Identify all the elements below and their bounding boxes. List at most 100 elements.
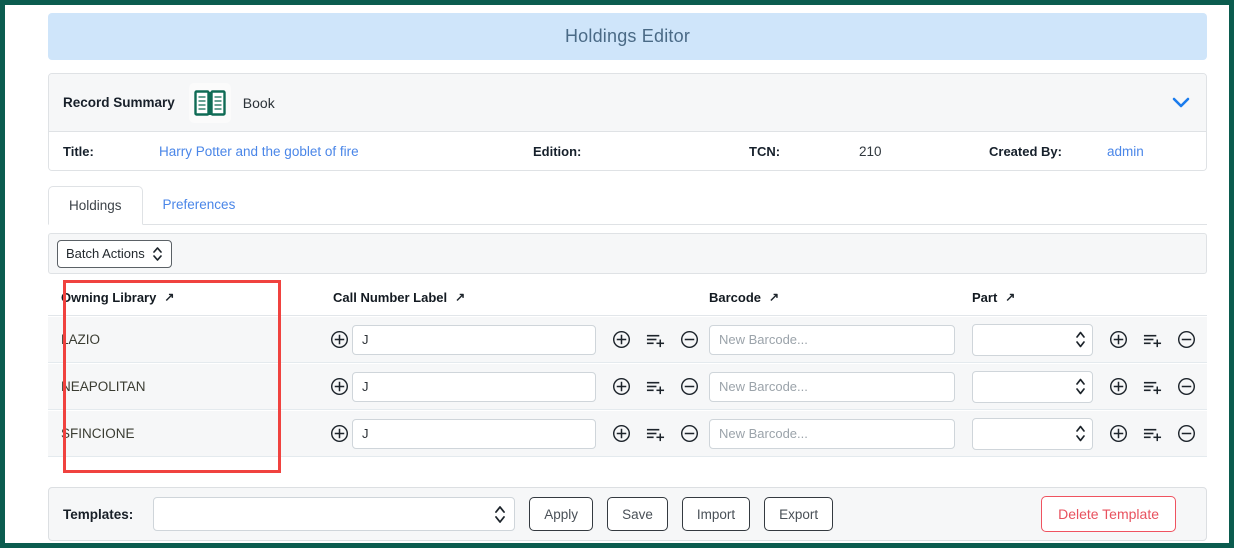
field-title-key: Title: [63,143,94,159]
part-select[interactable] [972,417,1093,450]
barcode-cell [706,317,969,362]
sort-arrow-icon: ↗ [769,289,780,304]
chevron-down-icon[interactable] [1172,97,1190,109]
circle-plus-icon[interactable] [326,421,352,447]
part-actions [1105,327,1199,353]
circle-minus-icon[interactable] [1173,327,1199,353]
application-window: Holdings Editor Record Summary Book Titl… [0,0,1234,548]
sort-arrow-icon: ↗ [164,289,175,304]
column-header-call-number-label-text: Call Number Label [333,290,448,305]
record-summary-header: Record Summary Book [49,74,1206,132]
sort-arrow-icon: ↗ [455,289,466,304]
field-tcn-key: TCN: [749,143,781,159]
circle-plus-icon[interactable] [608,327,634,353]
holdings-editor-page: Holdings Editor Record Summary Book Titl… [43,8,1223,546]
barcode-input[interactable] [709,371,955,402]
apply-button[interactable]: Apply [529,497,594,531]
templates-label: Templates: [63,506,134,522]
circle-minus-icon[interactable] [676,421,702,447]
part-actions [1105,421,1199,447]
field-tcn: TCN: 210 [749,144,989,159]
part-select[interactable] [972,370,1093,403]
barcode-cell [706,411,969,456]
template-select[interactable] [153,497,516,531]
editor-tabs: Holdings Preferences [48,186,1207,225]
part-cell [969,364,1199,409]
stepper-icon [152,246,163,262]
field-title: Title: Harry Potter and the goblet of fi… [63,144,533,159]
call-number-actions [608,421,702,447]
column-header-barcode[interactable]: Barcode ↗ [706,289,969,306]
tab-holdings-label: Holdings [69,198,122,213]
field-created-by: Created By: admin [989,144,1189,159]
barcode-cell [706,364,969,409]
field-title-value[interactable]: Harry Potter and the goblet of fire [159,144,359,159]
part-actions [1105,374,1199,400]
part-select[interactable] [972,323,1093,356]
tab-preferences[interactable]: Preferences [143,185,256,224]
circle-plus-icon[interactable] [608,421,634,447]
call-number-input[interactable] [352,371,596,402]
barcode-input[interactable] [709,324,955,355]
owning-library-name: LAZIO [61,332,101,347]
table-row: SFINCIONE [48,410,1207,457]
page-title: Holdings Editor [48,13,1207,60]
circle-plus-icon[interactable] [326,327,352,353]
templates-bar: Templates: Apply Save Import Export Dele… [48,487,1207,541]
owning-library-name: NEAPOLITAN [61,379,146,394]
circle-plus-icon[interactable] [326,374,352,400]
column-header-part-label: Part [972,290,998,305]
barcode-input[interactable] [709,418,955,449]
stepper-icon [1075,424,1086,443]
call-number-input[interactable] [352,418,596,449]
circle-minus-icon[interactable] [676,327,702,353]
book-icon [188,82,231,123]
column-header-part[interactable]: Part ↗ [969,289,1199,306]
record-summary-label: Record Summary [63,95,175,110]
circle-minus-icon[interactable] [1173,421,1199,447]
call-number-cell [316,411,706,456]
table-row: NEAPOLITAN [48,363,1207,410]
templates-bar-inner: Templates: Apply Save Import Export Dele… [63,496,1192,532]
batch-actions-label: Batch Actions [66,246,145,261]
list-add-icon[interactable] [642,327,668,353]
list-add-icon[interactable] [1139,327,1165,353]
call-number-actions [608,374,702,400]
batch-actions-select[interactable]: Batch Actions [57,239,172,268]
export-button[interactable]: Export [764,497,834,531]
page-title-text: Holdings Editor [564,26,691,46]
grid-header-row: Owning Library ↗ Call Number Label ↗ Bar… [48,280,1207,316]
batch-actions-bar: Batch Actions [48,233,1207,274]
circle-plus-icon[interactable] [1105,327,1131,353]
tab-holdings[interactable]: Holdings [48,186,143,225]
column-header-call-number-label[interactable]: Call Number Label ↗ [316,289,706,306]
call-number-input[interactable] [352,324,596,355]
circle-plus-icon[interactable] [1105,421,1131,447]
call-number-actions [608,327,702,353]
list-add-icon[interactable] [642,421,668,447]
list-add-icon[interactable] [1139,421,1165,447]
column-header-owning-library-label: Owning Library [61,290,157,305]
stepper-icon [1075,330,1086,349]
call-number-cell [316,317,706,362]
field-edition-key: Edition: [533,143,582,159]
delete-template-button[interactable]: Delete Template [1041,496,1176,532]
circle-minus-icon[interactable] [1173,374,1199,400]
owning-library-name: SFINCIONE [61,426,135,441]
stepper-icon [494,504,506,525]
field-created-by-value[interactable]: admin [1107,144,1144,159]
circle-minus-icon[interactable] [676,374,702,400]
stepper-icon [1075,377,1086,396]
list-add-icon[interactable] [642,374,668,400]
column-header-owning-library[interactable]: Owning Library ↗ [48,289,316,306]
sort-arrow-icon: ↗ [1005,289,1016,304]
import-button[interactable]: Import [681,497,751,531]
field-tcn-value: 210 [859,143,882,159]
part-cell [969,411,1199,456]
circle-plus-icon[interactable] [1105,374,1131,400]
tab-preferences-label: Preferences [162,197,236,212]
save-button[interactable]: Save [607,497,668,531]
list-add-icon[interactable] [1139,374,1165,400]
table-row: LAZIO [48,316,1207,363]
circle-plus-icon[interactable] [608,374,634,400]
